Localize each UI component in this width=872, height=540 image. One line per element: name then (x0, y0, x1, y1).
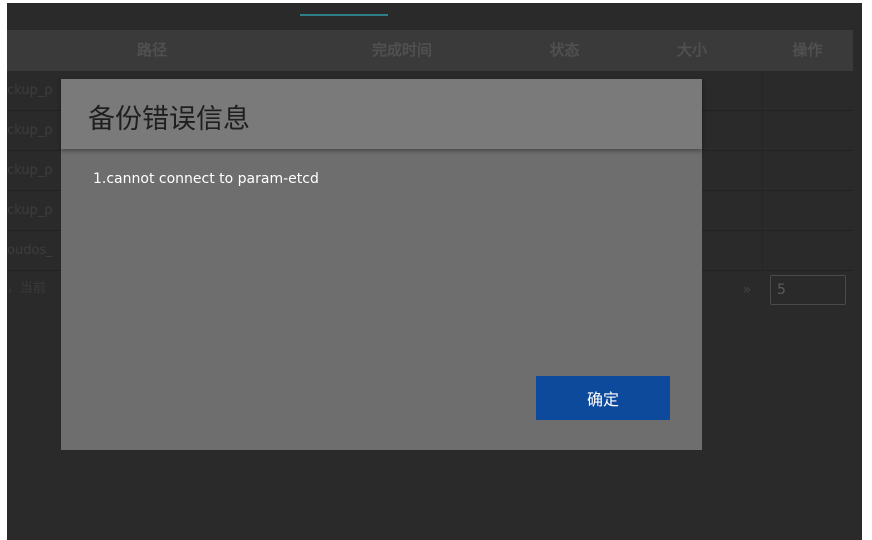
status-badge (534, 163, 595, 178)
cell-path: ckup_p (7, 203, 53, 218)
header-time: 完成时间 (371, 41, 432, 59)
column-divider (762, 111, 763, 150)
cell-size: KB (672, 243, 690, 258)
cell-status (507, 231, 622, 270)
table-row[interactable]: ckup_p (7, 151, 853, 191)
page-size-input[interactable] (770, 275, 846, 305)
table-row[interactable]: ckup_p KB (7, 71, 853, 111)
header-action: 操作 (792, 41, 823, 59)
status-badge (534, 83, 595, 98)
column-divider (762, 151, 763, 190)
column-divider (762, 191, 763, 230)
column-divider (762, 231, 763, 270)
backup-page: 路径 完成时间 状态 大小 操作 ckup_p KB ckup_p KB cku… (7, 3, 862, 540)
status-badge (534, 243, 595, 258)
confirm-button[interactable]: 确定 (536, 376, 670, 420)
next-page-button[interactable]: » (735, 277, 759, 303)
table-row[interactable]: oudos_ KB (7, 231, 853, 271)
cell-path: ckup_p (7, 123, 53, 138)
header-path: 路径 (136, 41, 167, 59)
table-footer: ，当前 » (7, 273, 853, 309)
cell-size: KB (672, 203, 690, 218)
table-row[interactable]: ckup_p KB (7, 111, 853, 151)
backup-table: 路径 完成时间 状态 大小 操作 ckup_p KB ckup_p KB cku… (7, 30, 853, 271)
cell-path: ckup_p (7, 163, 53, 178)
status-badge (534, 123, 595, 138)
table-row[interactable]: ckup_p KB (7, 191, 853, 231)
cell-status (507, 71, 622, 110)
column-divider (762, 71, 763, 110)
status-badge (534, 203, 595, 218)
cell-status (507, 151, 622, 190)
header-size: 大小 (676, 41, 707, 59)
cell-status (507, 111, 622, 150)
pagination-info: ，当前 (7, 281, 47, 296)
header-status: 状态 (549, 41, 580, 59)
page-button-active[interactable] (659, 277, 689, 305)
cell-path: oudos_ (7, 243, 53, 258)
cell-size: KB (672, 83, 690, 98)
table-header: 路径 完成时间 状态 大小 操作 (7, 30, 853, 71)
cell-path: ckup_p (7, 83, 53, 98)
cell-status (507, 191, 622, 230)
cell-size (672, 151, 752, 190)
page-button[interactable] (623, 277, 653, 305)
active-tab-indicator (300, 14, 388, 16)
cell-size: KB (672, 123, 690, 138)
page-button[interactable] (587, 277, 617, 305)
